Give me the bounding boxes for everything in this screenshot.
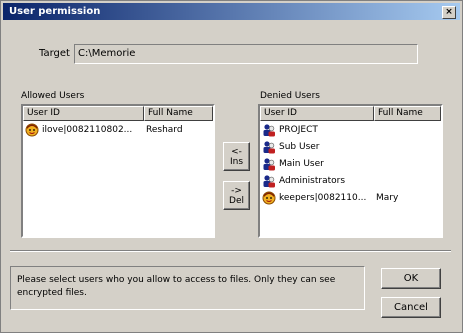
cancel-button[interactable]: Cancel	[381, 297, 441, 318]
allowed-full-name: Reshard	[146, 124, 183, 135]
user-permission-dialog: User permission × Target C:\Memorie Allo…	[0, 0, 463, 333]
denied-user-id: keepers|0082110...	[279, 192, 367, 203]
insert-arrow: <-	[231, 146, 242, 157]
denied-user-id-cell: Administrators	[260, 174, 374, 188]
denied-col-fullname[interactable]: Full Name	[374, 106, 441, 121]
allowed-list-header: User ID Full Name	[23, 106, 213, 121]
denied-user-id: Main User	[279, 158, 324, 169]
allowed-users-label: Allowed Users	[21, 91, 85, 101]
denied-user-id-cell: keepers|0082110...	[260, 191, 374, 205]
delete-label: Del	[229, 195, 244, 206]
denied-user-row[interactable]: keepers|0082110... Mary	[260, 189, 441, 206]
divider	[10, 250, 451, 252]
denied-user-row[interactable]: Main User	[260, 155, 441, 172]
insert-label: Ins	[229, 156, 244, 167]
denied-col-userid[interactable]: User ID	[260, 106, 374, 121]
info-panel: Please select users who you allow to acc…	[10, 266, 365, 310]
denied-users-label: Denied Users	[260, 91, 320, 101]
allowed-col-fullname[interactable]: Full Name	[144, 106, 213, 121]
denied-users-list[interactable]: User ID Full Name PROJECT Sub User Main Us…	[258, 104, 443, 238]
denied-user-id-cell: Main User	[260, 157, 374, 171]
denied-user-id-cell: Sub User	[260, 140, 374, 154]
denied-user-id-cell: PROJECT	[260, 123, 374, 137]
denied-user-id: Sub User	[279, 141, 320, 152]
delete-button[interactable]: -> Del	[223, 181, 250, 210]
user-group-icon	[262, 157, 276, 171]
target-label: Target	[39, 48, 70, 59]
denied-user-row[interactable]: Sub User	[260, 138, 441, 155]
close-button[interactable]: ×	[442, 6, 456, 19]
allowed-users-list[interactable]: User ID Full Name ilove|0082110802... Res…	[21, 104, 215, 238]
info-text: Please select users who you allow to acc…	[17, 275, 336, 298]
denied-user-id: Administrators	[279, 175, 346, 186]
window-title: User permission	[9, 6, 101, 17]
title-bar: User permission ×	[3, 3, 460, 20]
allowed-user-row[interactable]: ilove|0082110802... Reshard	[23, 121, 213, 138]
ok-button[interactable]: OK	[381, 268, 441, 289]
allowed-user-id-cell: ilove|0082110802...	[23, 123, 144, 137]
user-face-icon	[25, 123, 39, 137]
target-path-field: C:\Memorie	[74, 44, 418, 64]
denied-full-name: Mary	[376, 192, 399, 203]
delete-arrow: ->	[231, 185, 242, 196]
user-group-icon	[262, 140, 276, 154]
denied-list-header: User ID Full Name	[260, 106, 441, 121]
user-face-icon	[262, 191, 276, 205]
user-group-icon	[262, 174, 276, 188]
allowed-user-id: ilove|0082110802...	[42, 124, 133, 135]
user-group-icon	[262, 123, 276, 137]
denied-user-row[interactable]: PROJECT	[260, 121, 441, 138]
insert-button[interactable]: <- Ins	[223, 142, 250, 171]
denied-user-id: PROJECT	[279, 124, 318, 135]
allowed-col-userid[interactable]: User ID	[23, 106, 144, 121]
denied-user-row[interactable]: Administrators	[260, 172, 441, 189]
